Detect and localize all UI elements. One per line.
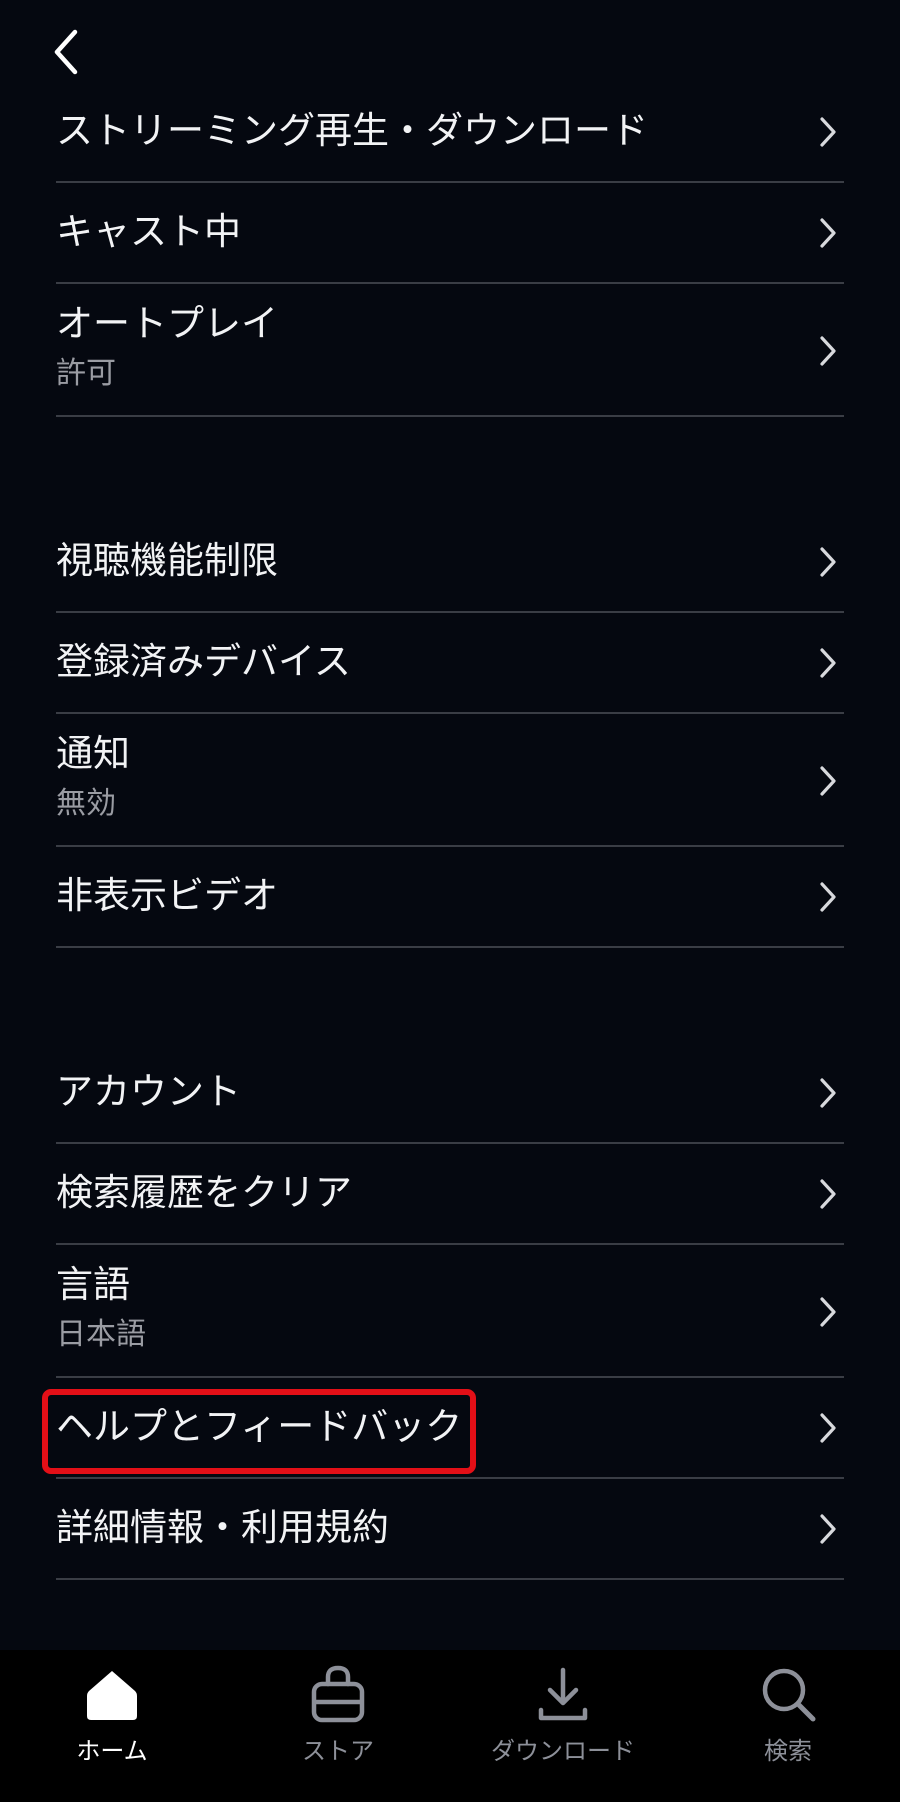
chevron-right-icon bbox=[820, 1514, 836, 1544]
nav-label-home: ホーム bbox=[76, 1737, 148, 1765]
chevron-right-icon bbox=[820, 547, 836, 577]
chevron-right-icon bbox=[820, 882, 836, 912]
settings-item-label: 検索履歴をクリア bbox=[56, 1171, 352, 1214]
nav-label-downloads: ダウンロード bbox=[491, 1737, 635, 1765]
search-icon bbox=[762, 1668, 816, 1722]
nav-label-search: 検索 bbox=[764, 1737, 812, 1765]
settings-item-label: 通知 bbox=[56, 732, 130, 775]
shopping-bag-icon bbox=[311, 1665, 365, 1723]
settings-item-help-feedback[interactable]: ヘルプとフィードバック bbox=[56, 1378, 844, 1479]
settings-item-label: オートプレイ bbox=[56, 302, 278, 345]
settings-item-label: 登録済みデバイス bbox=[56, 640, 351, 683]
back-button[interactable] bbox=[44, 22, 88, 82]
settings-item-label: 詳細情報・利用規約 bbox=[56, 1506, 389, 1549]
settings-item-value: 無効 bbox=[56, 786, 116, 821]
settings-item-streaming-download[interactable]: ストリーミング再生・ダウンロード bbox=[56, 82, 844, 183]
settings-item-label: キャスト中 bbox=[56, 210, 241, 253]
nav-item-home[interactable]: ホーム bbox=[27, 1664, 197, 1784]
bottom-nav: ホーム ストア ダウンロード 検索 bbox=[0, 1650, 900, 1802]
settings-item-account[interactable]: アカウント bbox=[56, 1043, 844, 1144]
chevron-right-icon bbox=[820, 1078, 836, 1108]
settings-item-casting[interactable]: キャスト中 bbox=[56, 183, 844, 284]
download-icon bbox=[538, 1667, 588, 1721]
nav-item-store[interactable]: ストア bbox=[253, 1664, 423, 1784]
settings-item-label: 非表示ビデオ bbox=[56, 874, 278, 917]
back-arrow-icon bbox=[54, 29, 78, 75]
settings-item-registered-devices[interactable]: 登録済みデバイス bbox=[56, 613, 844, 714]
chevron-right-icon bbox=[820, 766, 836, 796]
chevron-right-icon bbox=[820, 648, 836, 678]
chevron-right-icon bbox=[820, 1297, 836, 1327]
nav-item-downloads[interactable]: ダウンロード bbox=[478, 1664, 648, 1784]
settings-item-label: アカウント bbox=[56, 1070, 241, 1113]
nav-label-store: ストア bbox=[302, 1737, 374, 1765]
settings-item-parental-controls[interactable]: 視聴機能制限 bbox=[56, 512, 844, 613]
chevron-right-icon bbox=[820, 1413, 836, 1443]
chevron-right-icon bbox=[820, 1179, 836, 1209]
chevron-right-icon bbox=[820, 336, 836, 366]
settings-item-value: 許可 bbox=[56, 356, 116, 391]
settings-item-autoplay[interactable]: オートプレイ 許可 bbox=[56, 284, 844, 417]
settings-item-about-terms[interactable]: 詳細情報・利用規約 bbox=[56, 1479, 844, 1580]
settings-item-notifications[interactable]: 通知 無効 bbox=[56, 714, 844, 847]
settings-item-label: ストリーミング再生・ダウンロード bbox=[56, 109, 648, 152]
nav-item-search[interactable]: 検索 bbox=[703, 1664, 873, 1784]
settings-item-language[interactable]: 言語 日本語 bbox=[56, 1245, 844, 1378]
settings-item-label: 視聴機能制限 bbox=[56, 539, 278, 582]
chevron-right-icon bbox=[820, 117, 836, 147]
home-icon bbox=[87, 1671, 137, 1720]
settings-item-label: 言語 bbox=[56, 1263, 130, 1306]
settings-item-value: 日本語 bbox=[56, 1317, 146, 1352]
settings-item-clear-search-history[interactable]: 検索履歴をクリア bbox=[56, 1144, 844, 1245]
settings-item-hidden-videos[interactable]: 非表示ビデオ bbox=[56, 847, 844, 948]
settings-item-label: ヘルプとフィードバック bbox=[56, 1405, 463, 1448]
chevron-right-icon bbox=[820, 218, 836, 248]
